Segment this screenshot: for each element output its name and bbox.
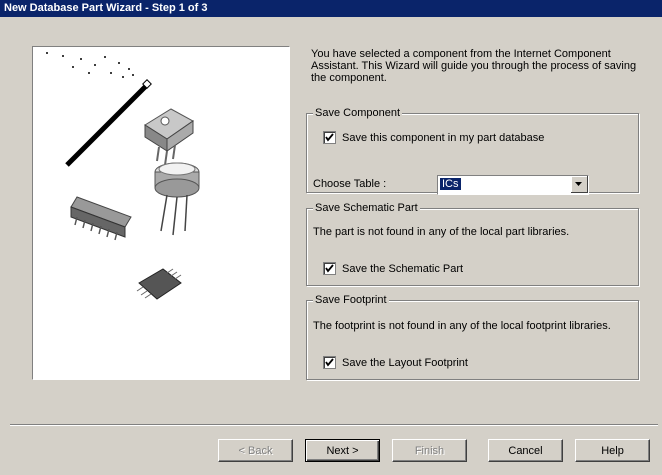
- sparkle-dots: [46, 52, 134, 78]
- save-component-checkbox[interactable]: [323, 131, 336, 144]
- save-schematic-row: Save the Schematic Part: [323, 262, 463, 275]
- checkmark-icon: [325, 133, 334, 142]
- choose-table-value: ICs: [440, 178, 461, 190]
- save-schematic-group: Save Schematic Part The part is not foun…: [306, 202, 639, 286]
- cancel-button[interactable]: Cancel: [488, 439, 563, 462]
- save-schematic-checkbox[interactable]: [323, 262, 336, 275]
- dip-chip-icon: [70, 196, 132, 241]
- intro-text: You have selected a component from the I…: [311, 48, 637, 84]
- save-footprint-checkbox[interactable]: [323, 356, 336, 369]
- save-component-label: Save this component in my part database: [342, 131, 545, 144]
- save-schematic-legend: Save Schematic Part: [313, 202, 420, 214]
- choose-table-label: Choose Table :: [313, 178, 387, 190]
- window-title: New Database Part Wizard - Step 1 of 3: [4, 2, 208, 14]
- save-footprint-legend: Save Footprint: [313, 294, 389, 306]
- button-separator: [10, 424, 658, 426]
- title-bar[interactable]: New Database Part Wizard - Step 1 of 3: [0, 0, 662, 17]
- transistor-to220-icon: [144, 108, 194, 166]
- component-artwork-image: [46, 52, 200, 300]
- footprint-message: The footprint is not found in any of the…: [313, 320, 611, 332]
- chevron-down-icon: [575, 182, 582, 186]
- back-button[interactable]: < Back: [218, 439, 293, 462]
- dropdown-arrow-button[interactable]: [571, 176, 588, 193]
- save-component-legend: Save Component: [313, 107, 402, 119]
- save-footprint-group: Save Footprint The footprint is not foun…: [306, 294, 639, 380]
- wizard-illustration: [32, 46, 290, 380]
- checkmark-icon: [325, 264, 334, 273]
- save-component-row: Save this component in my part database: [323, 131, 544, 144]
- wizard-window: New Database Part Wizard - Step 1 of 3 Y…: [0, 0, 662, 475]
- save-component-group: Save Component Save this component in my…: [306, 107, 639, 195]
- save-footprint-row: Save the Layout Footprint: [323, 356, 468, 369]
- schematic-message: The part is not found in any of the loca…: [313, 226, 570, 238]
- next-button[interactable]: Next >: [305, 439, 380, 462]
- help-button[interactable]: Help: [575, 439, 650, 462]
- wand-icon: [65, 83, 149, 167]
- save-schematic-label: Save the Schematic Part: [342, 262, 464, 275]
- smd-chip-icon: [136, 268, 182, 300]
- save-footprint-label: Save the Layout Footprint: [342, 356, 468, 369]
- choose-table-dropdown[interactable]: ICs: [437, 175, 589, 195]
- metal-can-transistor-icon: [154, 162, 200, 236]
- checkmark-icon: [325, 358, 334, 367]
- finish-button[interactable]: Finish: [392, 439, 467, 462]
